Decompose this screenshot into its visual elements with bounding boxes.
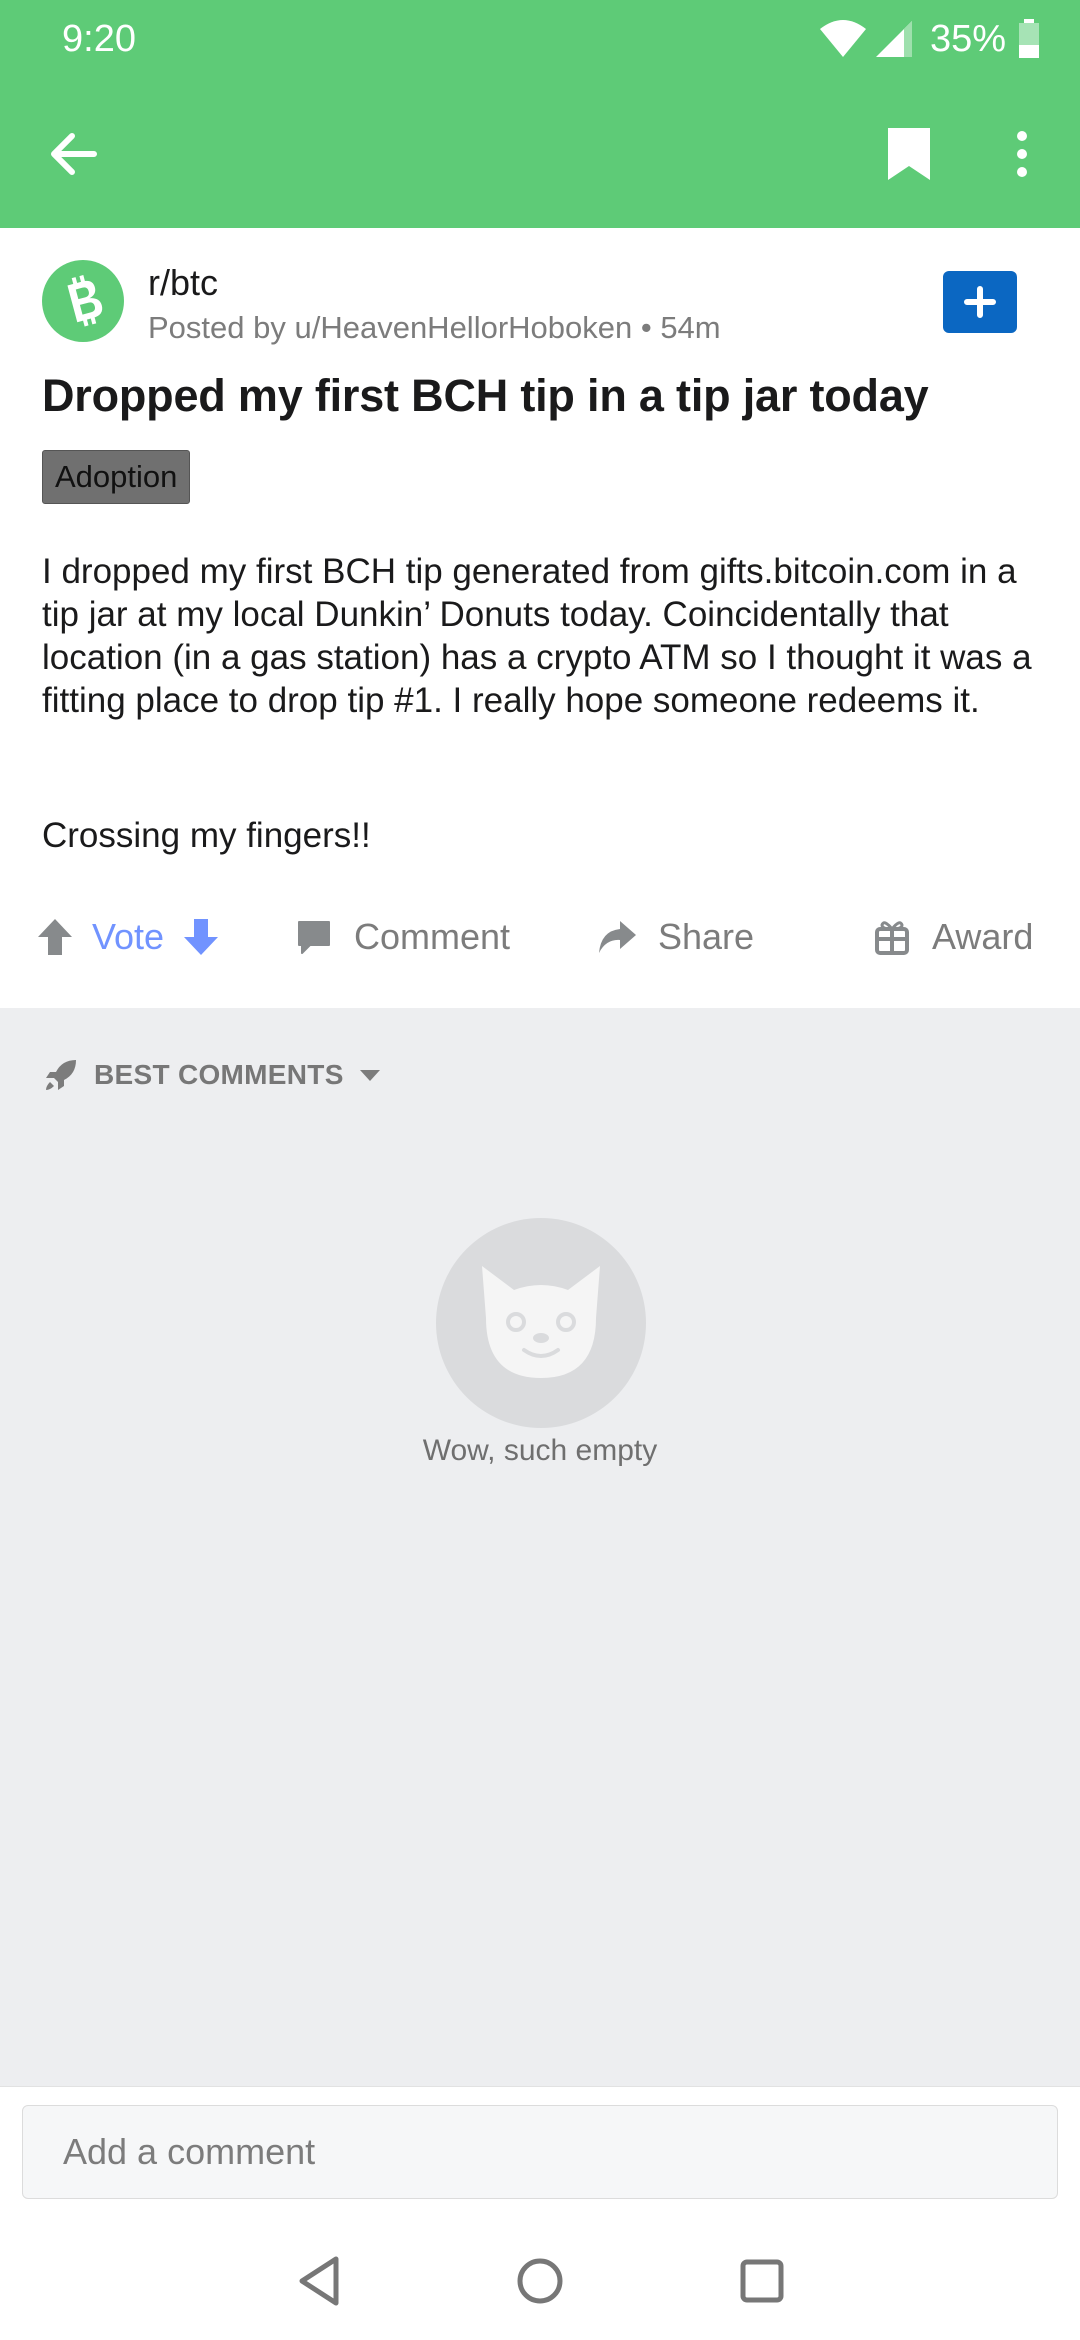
comment-label: Comment	[354, 916, 511, 957]
post-meta[interactable]: Posted by u/HeavenHellorHoboken • 54m	[148, 310, 721, 346]
post-body-2: Crossing my fingers!!	[42, 816, 371, 855]
back-arrow-icon[interactable]	[42, 122, 106, 186]
battery-icon	[1019, 19, 1039, 58]
bitcoin-cash-icon	[67, 275, 103, 327]
add-comment-input[interactable]: Add a comment	[22, 2105, 1058, 2199]
empty-state-illustration	[436, 1218, 646, 1428]
subreddit-avatar[interactable]	[42, 260, 124, 342]
app-bar	[0, 80, 1080, 228]
comment-sort-button[interactable]: BEST COMMENTS	[42, 1054, 382, 1096]
rocket-icon	[46, 1060, 76, 1090]
status-icons: 35%	[818, 16, 1040, 62]
plus-icon	[964, 286, 996, 318]
battery-percent: 35%	[929, 17, 1006, 60]
comment-sort-label: BEST COMMENTS	[94, 1059, 344, 1090]
bottom-bar: Add a comment	[0, 2086, 1080, 2340]
empty-state-text: Wow, such empty	[422, 1434, 658, 1467]
system-nav-bar	[0, 2237, 1080, 2340]
nav-back-icon[interactable]	[290, 2251, 350, 2311]
cat-icon	[482, 1266, 600, 1378]
post-card: r/btc Posted by u/HeavenHellorHoboken • …	[0, 228, 1080, 1008]
nav-recents-icon[interactable]	[732, 2251, 792, 2311]
nav-home-icon[interactable]	[510, 2251, 570, 2311]
post-body: I dropped my first BCH tip generated fro…	[42, 552, 1032, 720]
vote-group: Vote	[36, 892, 220, 982]
subreddit-name[interactable]: r/btc	[148, 262, 218, 304]
more-vert-icon[interactable]	[1002, 122, 1046, 186]
downvote-icon[interactable]	[182, 917, 220, 957]
post-actions: Vote Comment Share Award	[0, 892, 1080, 982]
share-button[interactable]: Share	[596, 892, 754, 982]
award-label: Award	[932, 916, 1034, 957]
share-icon	[599, 921, 636, 953]
wifi-icon	[819, 20, 866, 57]
status-bar: 9:20 35%	[0, 0, 1080, 80]
post-title: Dropped my first BCH tip in a tip jar to…	[42, 370, 929, 421]
comment-button[interactable]: Comment	[296, 892, 510, 982]
vote-label: Vote	[92, 916, 165, 957]
signal-icon	[875, 21, 912, 57]
award-button[interactable]: Award	[874, 892, 1033, 982]
upvote-icon[interactable]	[36, 917, 74, 957]
join-button[interactable]	[943, 271, 1017, 333]
share-label: Share	[658, 916, 755, 957]
gift-icon	[875, 921, 909, 955]
caret-down-icon	[359, 1070, 380, 1081]
comment-icon	[298, 921, 330, 954]
post-flair[interactable]: Adoption	[42, 450, 191, 504]
status-time: 9:20	[62, 18, 136, 60]
bookmark-icon[interactable]	[878, 122, 942, 186]
